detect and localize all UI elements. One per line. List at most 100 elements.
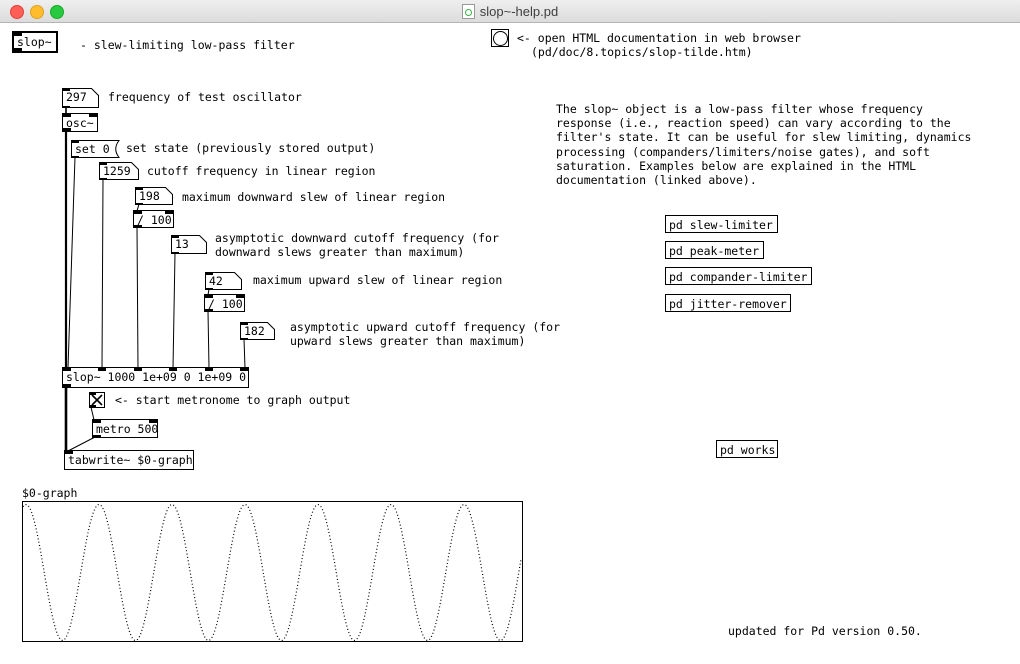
object-box-div-down: / 100 xyxy=(133,210,174,228)
description-line: saturation. Examples below are explained… xyxy=(556,159,971,173)
object-text: pd peak-meter xyxy=(669,244,759,258)
subpatch-works[interactable]: pd works xyxy=(716,440,778,458)
inlet-nub xyxy=(71,140,79,143)
outlet-nub xyxy=(135,203,143,206)
outlet-nub xyxy=(62,106,70,109)
inlet-nub xyxy=(98,368,106,371)
message-box-set-state[interactable]: set 0 xyxy=(71,140,123,158)
object-text: pd works xyxy=(720,443,775,457)
subpatch-compander-limiter[interactable]: pd compander-limiter xyxy=(665,267,812,285)
comment-cutoff: cutoff frequency in linear region xyxy=(147,164,375,178)
object-text: metro 500 xyxy=(96,422,158,436)
number-box-up-asym[interactable]: 182 xyxy=(240,322,275,340)
outlet-nub xyxy=(71,156,79,159)
inlet-nub xyxy=(205,368,213,371)
description-line: The slop~ object is a low-pass filter wh… xyxy=(556,102,971,116)
outlet-nub xyxy=(90,405,96,407)
footer-version-note: updated for Pd version 0.50. xyxy=(728,624,922,638)
control-cord xyxy=(102,179,103,368)
comment-up-slew: maximum upward slew of linear region xyxy=(253,273,502,287)
comment-up-asym-2: upward slews greater than maximum) xyxy=(290,334,525,348)
outlet-nub xyxy=(205,309,213,312)
outlet-nub xyxy=(240,338,248,341)
object-text: pd jitter-remover xyxy=(669,297,787,311)
graph-label: $0-graph xyxy=(22,486,77,500)
inlet-nub xyxy=(205,295,213,298)
description-line: documentation (linked above). xyxy=(556,173,971,187)
outlet-nub xyxy=(99,178,107,181)
number-box-down-asym[interactable]: 13 xyxy=(171,235,207,254)
object-box-div-up: / 100 xyxy=(204,294,245,312)
inlet-nub xyxy=(169,368,177,371)
control-cord xyxy=(68,437,95,451)
inlet-nub xyxy=(149,420,157,423)
outlet-nub xyxy=(93,435,101,438)
waveform-svg xyxy=(23,502,522,641)
toggle-start-metro[interactable] xyxy=(89,392,105,408)
comment-frequency: frequency of test oscillator xyxy=(108,90,302,104)
title-bar[interactable]: slop~-help.pd xyxy=(0,0,1020,23)
inlet-nub xyxy=(99,162,107,165)
inlet-nub xyxy=(62,88,70,91)
object-box-tabwrite: tabwrite~ $0-graph xyxy=(64,450,194,470)
outlet-nub xyxy=(63,384,71,387)
comment-set-state: set state (previously stored output) xyxy=(126,141,375,155)
inlet-nub xyxy=(134,211,142,214)
comment-up-asym-1: asymptotic upward cutoff frequency (for xyxy=(290,320,560,334)
waveform-path xyxy=(23,505,521,641)
object-text: pd slew-limiter xyxy=(669,218,773,232)
outlet-nub xyxy=(63,128,71,131)
inlet-nub xyxy=(165,211,173,214)
description-line: filter's state. It can be useful for sle… xyxy=(556,130,971,144)
comment-doc-line1: <- open HTML documentation in web browse… xyxy=(517,31,801,45)
comment-down-asym-1: asymptotic downward cutoff frequency (fo… xyxy=(215,231,499,245)
control-cord xyxy=(208,311,209,368)
number-box-cutoff[interactable]: 1259 xyxy=(99,162,139,180)
comment-doc-line2: (pd/doc/8.topics/slop-tilde.htm) xyxy=(531,45,753,59)
bang-open-docs[interactable] xyxy=(491,29,509,47)
object-text: tabwrite~ $0-graph xyxy=(68,453,193,467)
comment-down-asym-2: downward slews greater than maximum) xyxy=(215,245,464,259)
inlet-nub xyxy=(134,368,142,371)
object-text: / 100 xyxy=(208,297,243,311)
control-cord xyxy=(137,227,138,368)
inlet-nub xyxy=(65,451,73,454)
document-icon xyxy=(462,4,475,19)
message-text: set 0 xyxy=(75,142,110,156)
bang-circle xyxy=(493,31,508,46)
object-box-slop-title: slop~ xyxy=(12,31,58,53)
inlet-nub xyxy=(240,322,248,325)
array-graph xyxy=(22,501,523,642)
number-value: 297 xyxy=(66,90,87,104)
outlet-nub xyxy=(171,252,179,255)
window-title: slop~-help.pd xyxy=(480,4,558,19)
object-text: / 100 xyxy=(137,213,172,227)
outlet-nub xyxy=(14,48,22,51)
comment-down-slew: maximum downward slew of linear region xyxy=(182,190,445,204)
subpatch-jitter-remover[interactable]: pd jitter-remover xyxy=(665,294,791,312)
window-title-wrap: slop~-help.pd xyxy=(0,0,1020,22)
description-line: response (i.e., reaction speed) can vary… xyxy=(556,116,971,130)
control-cord xyxy=(173,253,175,368)
comment-subject: - slew-limiting low-pass filter xyxy=(80,38,295,52)
number-value: 42 xyxy=(209,274,223,288)
inlet-nub xyxy=(63,114,71,117)
control-cord xyxy=(244,339,245,368)
outlet-nub xyxy=(205,288,213,291)
number-box-up-slew[interactable]: 42 xyxy=(205,272,242,290)
subpatch-peak-meter[interactable]: pd peak-meter xyxy=(665,241,764,259)
inlet-nub xyxy=(205,272,213,275)
inlet-nub xyxy=(89,114,97,117)
object-text: slop~ xyxy=(17,35,52,49)
object-text: pd compander-limiter xyxy=(669,270,807,284)
number-box-down-slew[interactable]: 198 xyxy=(135,187,173,205)
inlet-nub xyxy=(236,295,244,298)
inlet-nub xyxy=(63,368,71,371)
number-box-frequency[interactable]: 297 xyxy=(62,88,99,108)
object-box-osc: osc~ xyxy=(62,113,98,132)
comment-start-metro: <- start metronome to graph output xyxy=(115,393,350,407)
subpatch-slew-limiter[interactable]: pd slew-limiter xyxy=(665,215,778,233)
inlet-nub xyxy=(14,33,22,36)
inlet-nub xyxy=(135,187,143,190)
object-box-metro: metro 500 xyxy=(92,419,158,438)
